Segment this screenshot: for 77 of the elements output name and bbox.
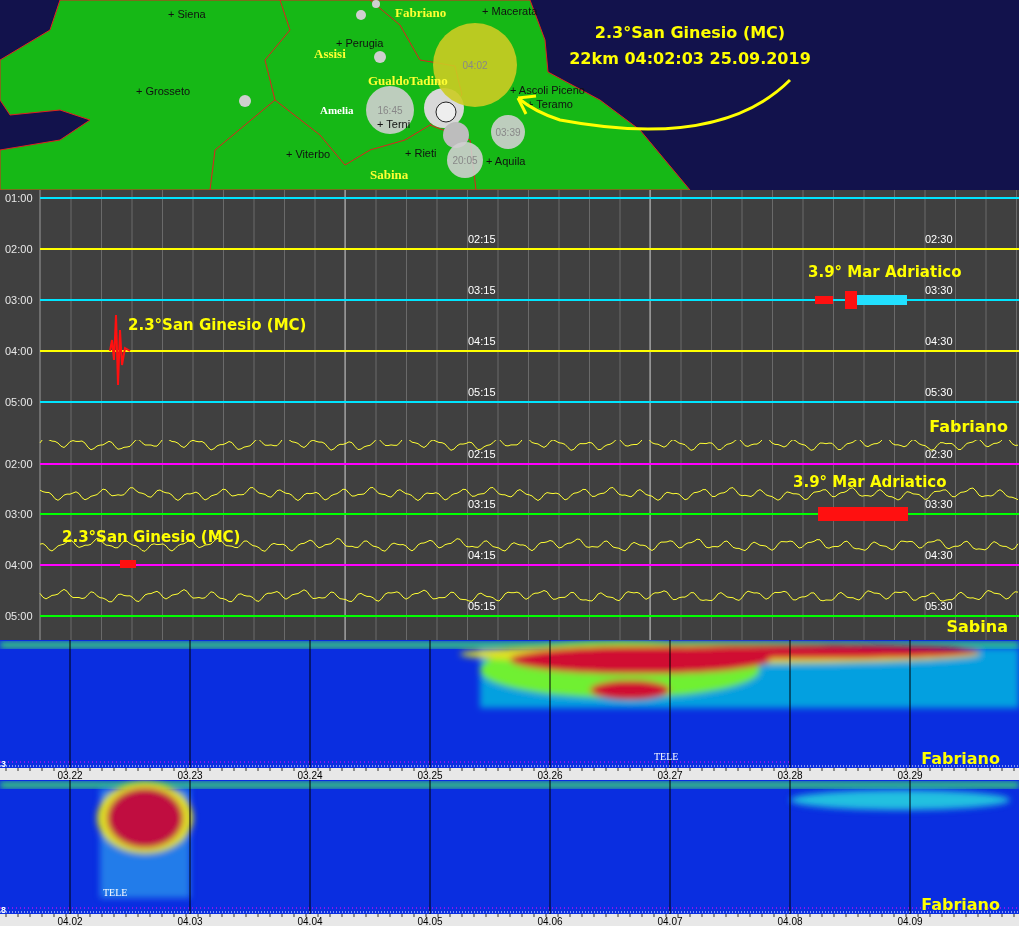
seismic-burst-drawing (109, 314, 131, 386)
time-tick-label: 03.25 (417, 770, 443, 780)
time-tick-label: 04.04 (297, 916, 323, 926)
city-label: + Siena (168, 8, 206, 20)
event-label: 2.3°San Ginesio (MC) (62, 528, 241, 546)
city-label: + Grosseto (136, 85, 191, 97)
station-name: Fabriano (921, 895, 1000, 914)
marker-label: TELE (654, 751, 679, 762)
event-time-label: 16:45 (377, 105, 403, 116)
time-tick-label: 03.27 (657, 770, 683, 780)
event-label: 2.3°San Ginesio (MC) (128, 316, 307, 334)
time-tick-label: 04.08 (777, 916, 803, 926)
time-label: 02:15 (468, 448, 496, 460)
station-name: Fabriano (929, 417, 1008, 436)
station-name: Fabriano (921, 749, 1000, 768)
channel-number: 8 (1, 905, 6, 915)
city-label: + Perugia (336, 37, 384, 49)
hour-label: 05:00 (5, 396, 33, 408)
time-tick-label: 03.22 (57, 770, 83, 780)
event-time-label: 20:05 (452, 155, 478, 166)
time-label: 02:15 (468, 233, 496, 245)
event-time-label: 04:02 (462, 60, 488, 71)
hour-label: 01:00 (5, 192, 33, 204)
time-tick-label: 03.24 (297, 770, 323, 780)
time-tick-label: 03.29 (897, 770, 923, 780)
callout-title: 2.3°San Ginesio (MC) (594, 23, 786, 42)
city-label: + Aquila (486, 155, 526, 167)
time-tick-label: 03.28 (777, 770, 803, 780)
city-label: + Terni (377, 118, 411, 130)
time-tick-label: 03.23 (177, 770, 203, 780)
event-label: 3.9° Mar Adriatico (808, 263, 962, 281)
time-label: 05:15 (468, 600, 496, 612)
time-label: 05:15 (468, 386, 496, 398)
city-label: + Ascoli Piceno (510, 84, 585, 96)
event-bubble (447, 142, 483, 178)
time-label: 02:30 (925, 448, 953, 460)
event-time-label: 03:39 (495, 127, 521, 138)
time-label: 03:30 (925, 284, 953, 296)
hour-label: 02:00 (5, 458, 33, 470)
hour-label: 04:00 (5, 559, 33, 571)
time-label: 03:15 (468, 498, 496, 510)
time-tick-label: 04.02 (57, 916, 83, 926)
time-label: 04:15 (468, 549, 496, 561)
hour-label: 02:00 (5, 243, 33, 255)
hour-label: 03:00 (5, 294, 33, 306)
time-label: 04:30 (925, 549, 953, 561)
station-label: Amelia (320, 104, 354, 116)
event-bubble (491, 115, 525, 149)
time-tick-label: 04.09 (897, 916, 923, 926)
hour-label: 04:00 (5, 345, 33, 357)
event-bubble (366, 86, 414, 134)
marker-label: TELE (103, 887, 128, 898)
city-label: + Viterbo (286, 148, 331, 160)
time-tick-label: 04.07 (657, 916, 683, 926)
callout-details: 22km 04:02:03 25.09.2019 (569, 49, 811, 68)
time-label: 03:15 (468, 284, 496, 296)
hour-label: 03:00 (5, 508, 33, 520)
event-label: 3.9° Mar Adriatico (793, 473, 947, 491)
station-label: Sabina (370, 167, 409, 182)
time-label: 02:30 (925, 233, 953, 245)
time-label: 04:15 (468, 335, 496, 347)
station-label: Assisi (314, 46, 346, 61)
event-bubble (239, 95, 251, 107)
time-tick-label: 04.03 (177, 916, 203, 926)
time-label: 05:30 (925, 600, 953, 612)
time-label: 04:30 (925, 335, 953, 347)
event-bubble (374, 51, 386, 63)
time-tick-label: 04.06 (537, 916, 563, 926)
time-label: 05:30 (925, 386, 953, 398)
station-name: Sabina (946, 617, 1008, 636)
station-label: Fabriano (395, 5, 447, 20)
hour-label: 05:00 (5, 610, 33, 622)
channel-number: 3 (1, 759, 6, 769)
time-tick-label: 04.05 (417, 916, 443, 926)
time-tick-label: 03.26 (537, 770, 563, 780)
time-label: 03:30 (925, 498, 953, 510)
city-label: + Rieti (405, 147, 437, 159)
